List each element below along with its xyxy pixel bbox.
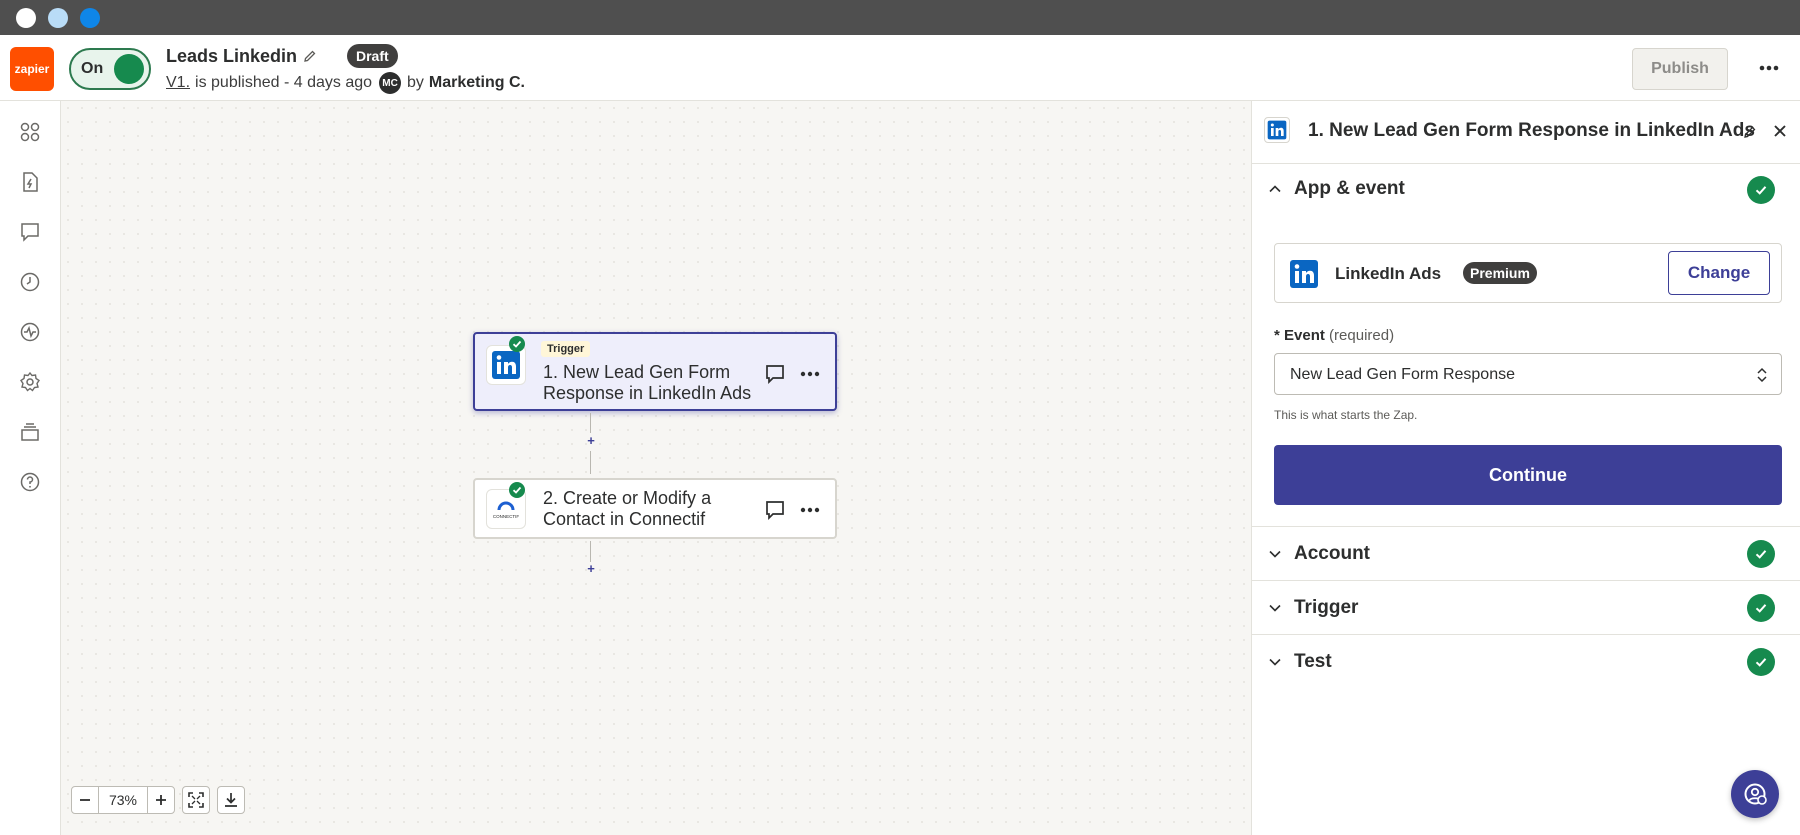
avatar: MC	[379, 72, 402, 94]
zoom-level: 73%	[99, 786, 147, 814]
minus-icon	[80, 799, 90, 801]
window-maximize-button[interactable]	[80, 8, 100, 28]
required-text: (required)	[1329, 327, 1395, 344]
step-editor-panel: 1. New Lead Gen Form Response in LinkedI…	[1251, 101, 1800, 835]
continue-button[interactable]: Continue	[1274, 445, 1782, 505]
panel-header: 1. New Lead Gen Form Response in LinkedI…	[1252, 101, 1800, 164]
by-label: by	[407, 74, 424, 91]
support-chat-icon	[1744, 783, 1767, 805]
published-text: is published - 4 days ago	[195, 74, 373, 91]
section-complete-check-icon	[1747, 648, 1775, 676]
activity-icon[interactable]	[18, 320, 42, 344]
step-connector	[590, 451, 591, 474]
comment-icon[interactable]	[18, 220, 42, 244]
fit-to-view-button[interactable]	[182, 786, 210, 814]
section-complete-check-icon	[1747, 540, 1775, 568]
left-sidebar	[0, 101, 61, 835]
trigger-tag: Trigger	[541, 341, 591, 357]
add-step-plus-icon[interactable]: +	[584, 434, 598, 448]
window-close-button[interactable]	[16, 8, 36, 28]
change-app-button[interactable]: Change	[1668, 251, 1770, 295]
zap-title[interactable]: Leads Linkedin	[166, 46, 297, 67]
panel-app-tile	[1264, 117, 1290, 143]
step-complete-check-icon	[509, 336, 525, 352]
window-titlebar	[0, 0, 1800, 35]
history-icon[interactable]	[18, 270, 42, 294]
step-more-icon[interactable]	[797, 497, 823, 523]
versions-icon[interactable]	[18, 420, 42, 444]
expand-icon	[188, 792, 204, 808]
panel-title[interactable]: 1. New Lead Gen Form Response in LinkedI…	[1308, 120, 1755, 142]
publish-meta: V1. is published - 4 days ago MC by Mark…	[166, 72, 525, 94]
zoom-out-button[interactable]	[71, 786, 99, 814]
zap-canvas[interactable]: Trigger 1. New Lead Gen Form Response in…	[61, 101, 1251, 835]
selected-app-card: LinkedIn Ads Premium Change	[1274, 243, 1782, 303]
window-minimize-button[interactable]	[48, 8, 68, 28]
section-test[interactable]: Test	[1252, 635, 1800, 689]
close-icon[interactable]	[1770, 121, 1790, 141]
linkedin-icon	[1267, 120, 1287, 140]
select-updown-icon	[1757, 367, 1767, 383]
event-label-text: Event	[1284, 327, 1325, 344]
zoom-in-button[interactable]	[147, 786, 175, 814]
event-field-label: * Event (required)	[1274, 327, 1394, 344]
edit-step-name-pencil-icon[interactable]	[1742, 124, 1758, 140]
zap-on-toggle[interactable]: On	[69, 48, 151, 90]
chevron-down-icon[interactable]	[1268, 601, 1282, 615]
svg-text:CONNECTIF: CONNECTIF	[493, 514, 519, 519]
step-card-trigger[interactable]: Trigger 1. New Lead Gen Form Response in…	[473, 332, 837, 411]
download-image-button[interactable]	[217, 786, 245, 814]
section-trigger[interactable]: Trigger	[1252, 581, 1800, 635]
required-marker: *	[1274, 327, 1280, 344]
edit-title-pencil-icon[interactable]	[302, 48, 318, 64]
publish-button[interactable]: Publish	[1632, 48, 1728, 90]
premium-badge: Premium	[1463, 262, 1537, 284]
add-step-plus-icon[interactable]: +	[584, 562, 598, 576]
app-name: LinkedIn Ads	[1335, 264, 1442, 283]
editor-header: zapier On Leads Linkedin Draft V1. is pu…	[0, 35, 1800, 101]
zapier-logo[interactable]: zapier	[10, 47, 54, 91]
zap-file-icon[interactable]	[18, 170, 42, 194]
step-card-action[interactable]: CONNECTIF 2. Create or Modify a Contact …	[473, 478, 837, 539]
plus-icon	[156, 795, 166, 805]
toggle-knob	[114, 54, 144, 84]
apps-icon[interactable]	[18, 120, 42, 144]
event-select[interactable]: New Lead Gen Form Response	[1274, 353, 1782, 395]
toggle-label: On	[81, 60, 104, 77]
section-title-app-event[interactable]: App & event	[1294, 178, 1405, 200]
step-comment-icon[interactable]	[762, 361, 788, 387]
section-complete-check-icon	[1747, 594, 1775, 622]
section-title-test[interactable]: Test	[1294, 651, 1332, 673]
step-title: 1. New Lead Gen Form Response in LinkedI…	[543, 362, 752, 403]
step-comment-icon[interactable]	[762, 497, 788, 523]
linkedin-icon	[1290, 260, 1318, 288]
section-complete-check-icon	[1747, 176, 1775, 204]
section-account[interactable]: Account	[1252, 527, 1800, 581]
section-title-account[interactable]: Account	[1294, 543, 1370, 565]
download-icon	[225, 793, 237, 807]
help-chat-button[interactable]	[1731, 770, 1779, 818]
more-options-icon[interactable]	[1754, 53, 1784, 83]
section-app-event: App & event LinkedIn Ads Premium Change …	[1252, 164, 1800, 527]
chevron-up-icon[interactable]	[1268, 182, 1282, 196]
event-select-value: New Lead Gen Form Response	[1290, 366, 1515, 383]
chevron-down-icon[interactable]	[1268, 547, 1282, 561]
status-badge: Draft	[347, 44, 398, 68]
author-name: Marketing C.	[428, 74, 525, 91]
linkedin-icon	[492, 351, 520, 379]
chevron-down-icon[interactable]	[1268, 655, 1282, 669]
step-more-icon[interactable]	[797, 361, 823, 387]
step-complete-check-icon	[509, 482, 525, 498]
section-title-trigger[interactable]: Trigger	[1294, 597, 1358, 619]
step-title: 2. Create or Modify a Contact in Connect…	[543, 488, 712, 529]
connectif-icon: CONNECTIF	[493, 501, 519, 519]
settings-icon[interactable]	[18, 370, 42, 394]
step-connector	[590, 541, 591, 562]
step-connector	[590, 413, 591, 433]
event-help-text: This is what starts the Zap.	[1274, 408, 1418, 422]
version-link[interactable]: V1.	[166, 74, 190, 92]
help-icon[interactable]	[18, 470, 42, 494]
